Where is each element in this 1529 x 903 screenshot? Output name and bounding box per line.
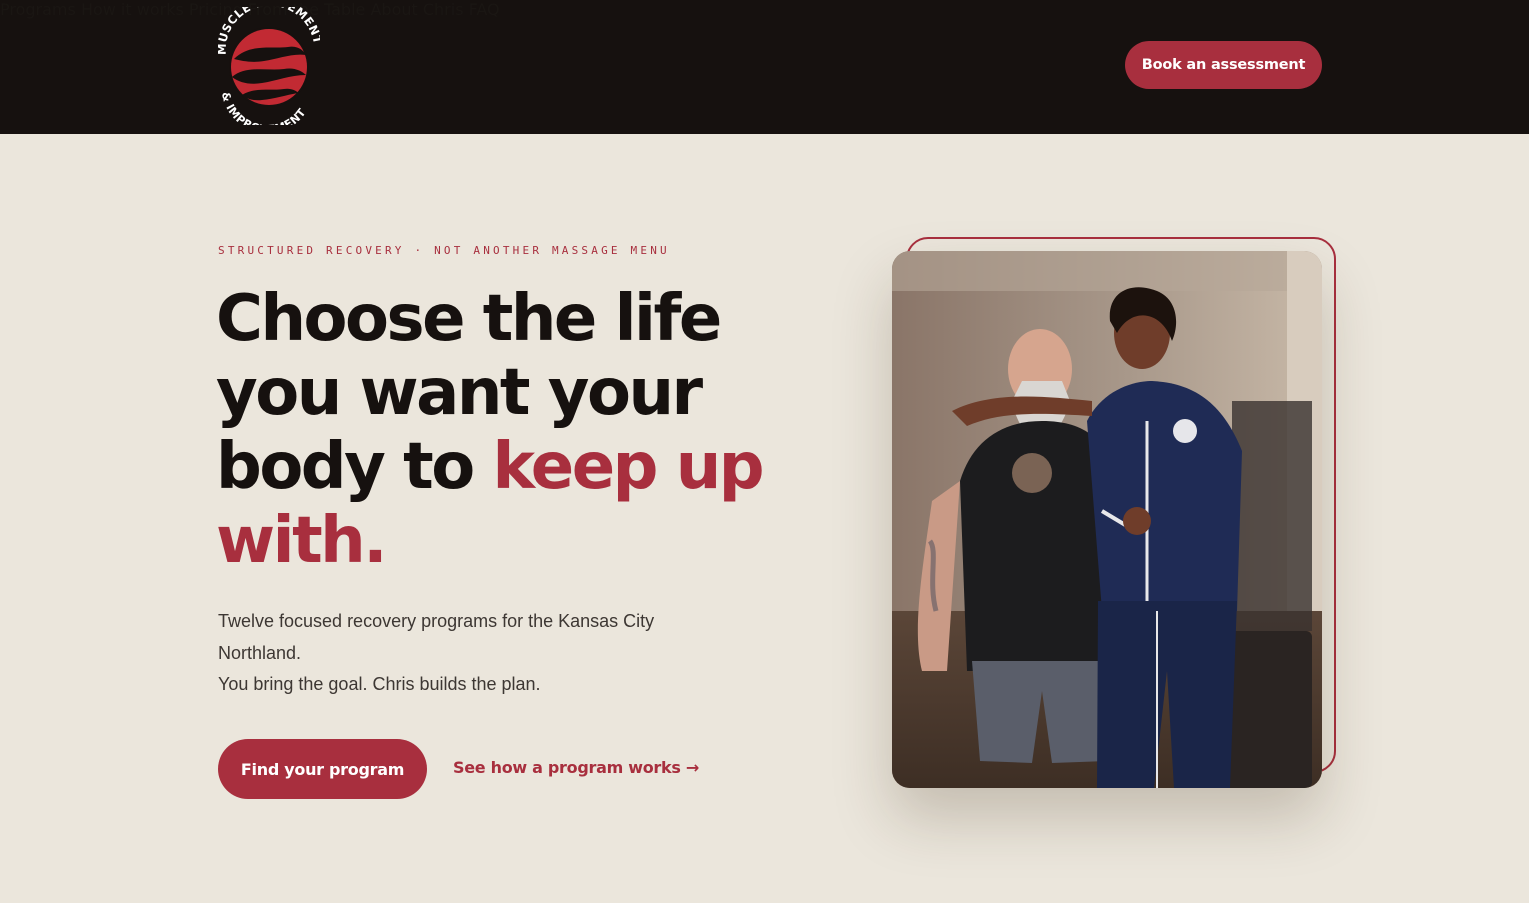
brand-logo[interactable]: MUSCLE MOVEMENT & IMPROVEMENT: [215, 0, 325, 136]
how-program-works-link[interactable]: See how a program works →: [453, 758, 699, 777]
site-header: MUSCLE MOVEMENT & IMPROVEMENT Programs H…: [0, 0, 1529, 136]
hero-subtext: Twelve focused recovery programs for the…: [218, 606, 658, 701]
find-program-button[interactable]: Find your program: [218, 739, 427, 799]
hero-photo: [892, 251, 1322, 788]
nav-item-faq[interactable]: FAQ: [469, 0, 500, 19]
nav-item-how-it-works[interactable]: How it works: [81, 0, 184, 19]
book-assessment-button[interactable]: Book an assessment: [1125, 41, 1322, 89]
hero-subtext-line1: Twelve focused recovery programs for the…: [218, 611, 655, 663]
nav-item-about-chris[interactable]: About Chris: [370, 0, 463, 19]
logo-emblem-icon: MUSCLE MOVEMENT & IMPROVEMENT: [215, 0, 325, 136]
hero-eyebrow: STRUCTURED RECOVERY · NOT ANOTHER MASSAG…: [218, 244, 670, 257]
hero-subtext-line2: You bring the goal. Chris builds the pla…: [218, 674, 541, 694]
nav-item-programs[interactable]: Programs: [0, 0, 76, 19]
hero-photo-illustration: [892, 251, 1322, 788]
hero-headline: Choose the life you want your body to ke…: [216, 282, 796, 578]
